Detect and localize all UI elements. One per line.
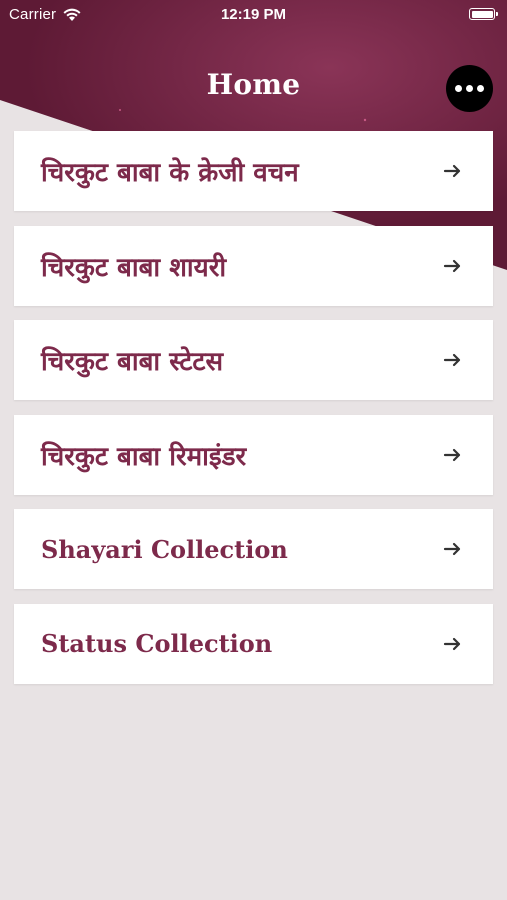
battery-icon — [469, 8, 498, 20]
menu-item-label: चिरकुट बाबा स्टेटस — [41, 347, 224, 377]
more-options-button[interactable] — [446, 65, 493, 112]
menu-item-shayari-collection[interactable]: Shayari Collection — [14, 509, 493, 589]
status-time: 12:19 PM — [220, 6, 287, 23]
more-horizontal-icon — [455, 85, 484, 92]
menu-item-status-collection[interactable]: Status Collection — [14, 603, 493, 684]
menu-list: चिरकुट बाबा के क्रेजी वचन चिरकुट बाबा शा… — [14, 131, 493, 698]
arrow-right-icon — [443, 448, 461, 461]
arrow-right-icon — [443, 637, 461, 650]
menu-item-label: चिरकुट बाबा रिमाइंडर — [41, 441, 247, 472]
page-title: Home — [206, 68, 301, 101]
menu-item-label: Status Collection — [41, 629, 273, 658]
menu-item-shayari-hindi[interactable]: चिरकुट बाबा शायरी — [14, 225, 493, 306]
menu-item-label: चिरकुट बाबा शायरी — [41, 252, 227, 283]
arrow-right-icon — [443, 353, 461, 367]
menu-item-status-hindi[interactable]: चिरकुट बाबा स्टेटस — [14, 320, 493, 400]
menu-item-label: चिरकुट बाबा के क्रेजी वचन — [41, 158, 299, 188]
menu-item-label: Shayari Collection — [41, 534, 288, 564]
arrow-right-icon — [443, 542, 461, 556]
arrow-right-icon — [443, 164, 461, 178]
menu-item-crazy-vachan[interactable]: चिरकुट बाबा के क्रेजी वचन — [14, 131, 493, 211]
status-bar: Carrier 12:19 PM — [0, 0, 507, 32]
arrow-right-icon — [443, 259, 461, 272]
menu-item-reminder[interactable]: चिरकुट बाबा रिमाइंडर — [14, 414, 493, 495]
